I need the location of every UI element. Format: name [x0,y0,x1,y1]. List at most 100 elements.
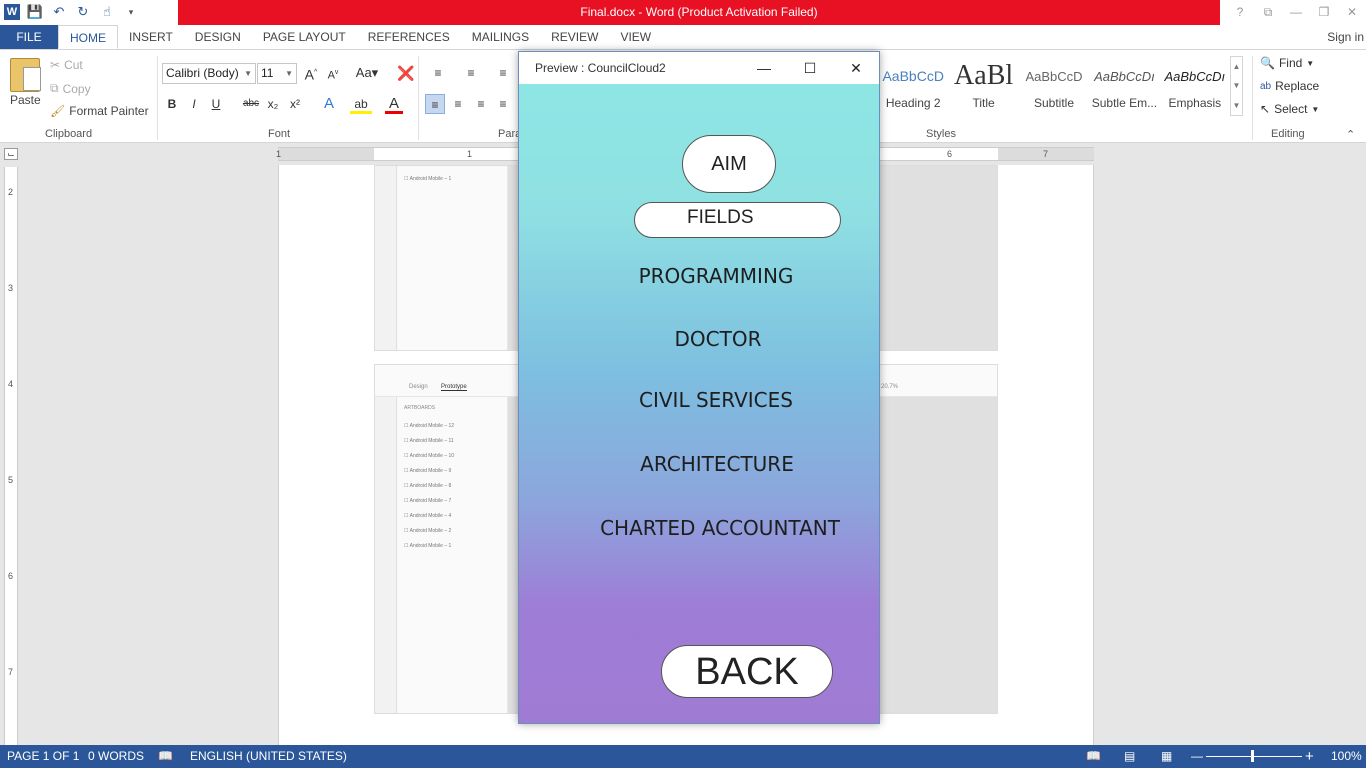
shrink-font-icon[interactable]: Av [324,63,342,83]
preview-title: Preview : CouncilCloud2 [535,61,666,75]
chevron-down-icon: ▼ [1306,58,1315,68]
language-indicator[interactable]: ENGLISH (UNITED STATES) [190,745,347,768]
tab-prototype: Prototype [441,384,467,391]
bullets-icon[interactable]: ≡ [427,63,449,83]
zoom-out-icon[interactable]: — [1191,745,1203,768]
word-icon[interactable]: W [4,4,20,20]
aim-button[interactable]: AIM [682,135,776,193]
styles-scroll[interactable]: ▲ ▼ ▼ [1230,56,1243,116]
print-layout-icon[interactable]: ▤ [1124,745,1135,768]
ruler-number: 4 [8,379,14,389]
word-count[interactable]: 0 WORDS [88,745,144,768]
field-programming[interactable]: PROGRAMMING [519,264,879,288]
binoculars-icon: 🔍 [1260,56,1275,70]
title-bar: W 💾 ↶ ↻ ☝ ▾ Final.docx - Word (Product A… [0,0,1366,25]
font-family-select[interactable]: Calibri (Body) ▼ [162,63,256,84]
web-layout-icon[interactable]: ▦ [1161,745,1172,768]
undo-icon[interactable]: ↶ [50,3,68,21]
zoom-value: 20.7% [881,384,899,390]
bold-button[interactable]: B [164,94,180,114]
collapse-ribbon-icon[interactable]: ⌃ [1346,128,1355,141]
tab-home[interactable]: HOME [58,25,118,49]
field-architecture[interactable]: ARCHITECTURE [519,452,879,476]
change-case-icon[interactable]: Aa▾ [352,63,382,83]
multilevel-list-icon[interactable]: ≡ [494,63,512,83]
tab-mailings[interactable]: MAILINGS [461,25,540,49]
font-color-icon[interactable]: A [385,94,403,114]
tab-design[interactable]: DESIGN [184,25,252,49]
tab-page-layout[interactable]: PAGE LAYOUT [252,25,357,49]
italic-button[interactable]: I [186,94,202,114]
style-emphasis[interactable]: AaBbCcDı Emphasis [1160,56,1230,120]
tab-file[interactable]: FILE [0,25,58,49]
justify-icon[interactable]: ≡ [494,94,512,114]
chevron-down-icon: ▼ [1311,104,1320,114]
highlight-icon[interactable]: ab [350,94,372,114]
tab-selector-icon[interactable]: ⌙ [4,148,18,160]
numbering-icon[interactable]: ≡ [460,63,482,83]
read-mode-icon[interactable]: 📖 [1086,745,1101,768]
paste-icon[interactable] [10,58,41,92]
divider [1252,56,1253,140]
ruler-number: 2 [8,187,14,197]
proofing-icon[interactable]: 📖 [158,745,173,768]
chevron-up-icon[interactable]: ▲ [1233,62,1241,71]
zoom-slider-thumb[interactable] [1251,750,1254,762]
ribbon-display-button[interactable]: ⧉ [1254,0,1282,25]
redo-icon[interactable]: ↻ [74,3,92,21]
font-size-select[interactable]: 11 ▼ [257,63,297,84]
restore-button[interactable]: ❐ [1310,0,1338,25]
style-title[interactable]: AaBl Title [948,56,1018,120]
select-button[interactable]: ↖ Select ▼ [1260,102,1319,116]
more-icon[interactable]: ▼ [1233,101,1241,110]
strikethrough-button[interactable]: abc [241,94,261,114]
field-charted-accountant[interactable]: CHARTED ACCOUNTANT [519,516,879,540]
list-item: Android Mobile – 1 [404,176,452,182]
close-icon[interactable]: ✕ [833,52,879,84]
help-button[interactable]: ? [1226,0,1254,25]
zoom-level[interactable]: 100% [1331,745,1362,768]
touch-mode-icon[interactable]: ☝ [98,3,116,21]
field-doctor[interactable]: DOCTOR [519,327,879,351]
style-subtle-emphasis[interactable]: AaBbCcDı Subtle Em... [1089,56,1159,120]
grow-font-icon[interactable]: A^ [302,63,320,83]
style-subtitle[interactable]: AaBbCcD Subtitle [1019,56,1089,120]
minimize-button[interactable]: — [1282,0,1310,25]
align-right-icon[interactable]: ≡ [471,94,491,114]
preview-window: Preview : CouncilCloud2 — ☐ ✕ AIM FIELDS… [518,51,880,724]
sign-in-link[interactable]: Sign in [1327,25,1366,49]
window-controls: ? ⧉ — ❐ ✕ [1226,0,1366,25]
zoom-slider[interactable] [1206,756,1302,757]
customize-qat-icon[interactable]: ▾ [122,3,140,21]
cut-button[interactable]: ✂ Cut [50,58,83,72]
format-painter-button[interactable]: 🖌 Format Painter [50,104,149,118]
tab-insert[interactable]: INSERT [118,25,184,49]
tab-view[interactable]: VIEW [609,25,662,49]
find-button[interactable]: 🔍 Find ▼ [1260,56,1314,70]
maximize-icon[interactable]: ☐ [787,52,833,84]
underline-button[interactable]: U [208,94,224,114]
style-heading-2[interactable]: AaBbCcD Heading 2 [878,56,948,120]
tab-review[interactable]: REVIEW [540,25,609,49]
fields-button[interactable]: FIELDS [634,202,841,238]
minimize-icon[interactable]: — [741,52,787,84]
save-icon[interactable]: 💾 [26,3,44,21]
page-count[interactable]: PAGE 1 OF 1 [7,745,79,768]
paste-button[interactable]: Paste [10,93,41,107]
field-civil-services[interactable]: CIVIL SERVICES [519,388,879,412]
copy-button[interactable]: ⧉ Copy [50,81,91,96]
zoom-in-icon[interactable]: + [1305,745,1314,768]
close-button[interactable]: ✕ [1338,0,1366,25]
vertical-ruler[interactable]: 2 3 4 5 6 7 [4,167,18,745]
align-center-icon[interactable]: ≡ [448,94,468,114]
subscript-button[interactable]: x₂ [264,94,282,114]
back-button[interactable]: BACK [661,645,833,698]
text-effects-icon[interactable]: A [318,94,340,114]
tab-references[interactable]: REFERENCES [357,25,461,49]
list-item: Android Mobile – 7 [404,498,452,504]
clear-formatting-icon[interactable]: ❌ [397,63,415,83]
superscript-button[interactable]: x² [286,94,304,114]
replace-button[interactable]: ab Replace [1260,79,1319,93]
chevron-down-icon[interactable]: ▼ [1233,81,1241,90]
align-left-icon[interactable]: ≡ [425,94,445,114]
